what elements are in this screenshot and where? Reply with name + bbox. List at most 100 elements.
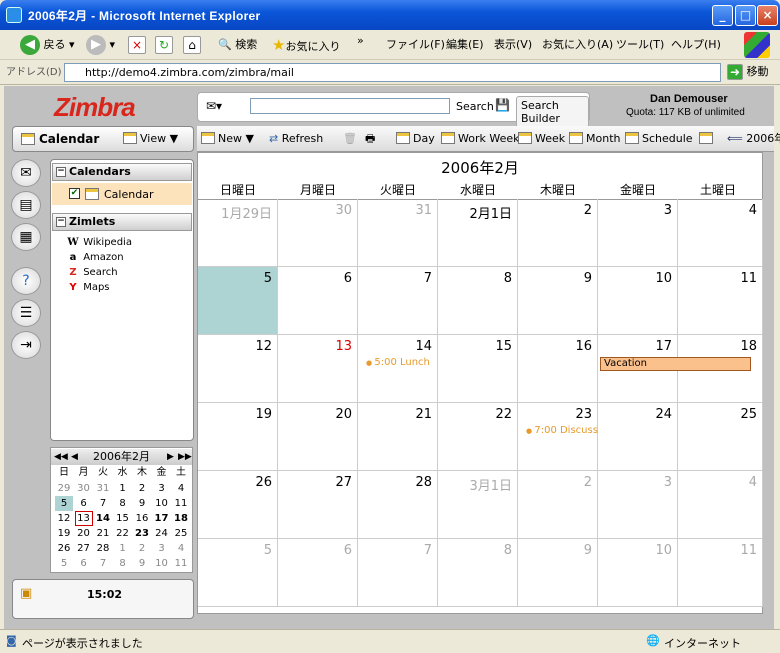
print-button[interactable]: 🖶 bbox=[365, 131, 375, 147]
day-cell[interactable]: 31 bbox=[358, 199, 438, 267]
mini-day[interactable]: 3 bbox=[153, 481, 171, 496]
day-cell[interactable]: 2月1日 bbox=[438, 199, 518, 267]
week-view-button[interactable]: Week bbox=[518, 131, 565, 147]
mini-day[interactable]: 28 bbox=[94, 541, 112, 556]
menu-help[interactable]: ヘルプ(H) bbox=[671, 34, 721, 56]
vacation-appointment[interactable]: Vacation bbox=[600, 357, 751, 371]
day-cell[interactable]: 3月1日 bbox=[438, 471, 518, 539]
mini-day[interactable]: 31 bbox=[94, 481, 112, 496]
mini-day[interactable]: 2 bbox=[133, 541, 151, 556]
day-cell[interactable]: 6 bbox=[278, 267, 358, 335]
zimlet-wikipedia[interactable]: W Wikipedia bbox=[66, 236, 132, 250]
mini-day[interactable]: 8 bbox=[114, 556, 132, 571]
calendar-checkbox[interactable]: ✔ bbox=[69, 188, 80, 199]
day-cell[interactable]: 20 bbox=[278, 403, 358, 471]
day-cell[interactable]: 5 bbox=[198, 267, 278, 335]
app-picker[interactable]: Calendar View ▼ bbox=[12, 126, 194, 152]
mini-day[interactable]: 10 bbox=[153, 496, 171, 511]
mini-day[interactable]: 12 bbox=[55, 511, 73, 526]
mini-day[interactable]: 21 bbox=[94, 526, 112, 541]
mini-day[interactable]: 11 bbox=[172, 556, 190, 571]
menu-edit[interactable]: 編集(E) bbox=[446, 34, 484, 56]
mini-day[interactable]: 3 bbox=[153, 541, 171, 556]
next-year-icon[interactable]: ▶▶ bbox=[178, 449, 192, 465]
mail-app-button[interactable]: ✉ bbox=[11, 159, 41, 187]
day-cell[interactable]: 27 bbox=[278, 471, 358, 539]
day-cell[interactable]: 2 bbox=[518, 471, 598, 539]
mini-day[interactable]: 10 bbox=[153, 556, 171, 571]
day-cell[interactable]: 21 bbox=[358, 403, 438, 471]
mini-day[interactable]: 16 bbox=[133, 511, 151, 526]
mini-day[interactable]: 24 bbox=[153, 526, 171, 541]
day-cell[interactable]: 28 bbox=[358, 471, 438, 539]
day-cell[interactable]: 14 bbox=[358, 335, 438, 403]
mini-day[interactable]: 30 bbox=[75, 481, 93, 496]
save-search-icon[interactable]: 💾 bbox=[495, 98, 510, 112]
schedule-view-button[interactable]: Schedule bbox=[625, 131, 693, 147]
close-button[interactable]: × bbox=[757, 5, 778, 26]
day-cell[interactable]: 5 bbox=[198, 539, 278, 607]
search-submit-button[interactable]: Search bbox=[456, 100, 494, 113]
mini-day[interactable]: 22 bbox=[114, 526, 132, 541]
menu-favorites[interactable]: お気に入り(A) bbox=[542, 34, 613, 56]
zimlets-header[interactable]: − Zimlets bbox=[52, 213, 192, 231]
home-button[interactable]: ⌂ bbox=[183, 34, 201, 56]
day-cell[interactable]: 9 bbox=[518, 539, 598, 607]
day-cell[interactable]: 8 bbox=[438, 267, 518, 335]
day-cell[interactable]: 26 bbox=[198, 471, 278, 539]
mini-day[interactable]: 2 bbox=[133, 481, 151, 496]
appointment[interactable]: ● 7:00 Discuss L bbox=[526, 425, 598, 436]
mini-day[interactable]: 8 bbox=[114, 496, 132, 511]
mini-day[interactable]: 18 bbox=[172, 511, 190, 526]
day-view-button[interactable]: Day bbox=[396, 131, 435, 147]
toolbar-chevron[interactable]: » bbox=[357, 30, 364, 52]
day-cell[interactable]: 8 bbox=[438, 539, 518, 607]
mini-day[interactable]: 6 bbox=[75, 556, 93, 571]
mini-day[interactable]: 7 bbox=[94, 556, 112, 571]
day-cell[interactable]: 12 bbox=[198, 335, 278, 403]
mini-day[interactable]: 4 bbox=[172, 541, 190, 556]
mini-day[interactable]: 13 bbox=[74, 511, 93, 526]
refresh-button[interactable]: ↻ bbox=[155, 34, 173, 56]
search-button[interactable]: 🔍 検索 bbox=[218, 34, 257, 56]
help-button[interactable]: ? bbox=[11, 267, 41, 295]
day-cell[interactable]: 23 bbox=[518, 403, 598, 471]
prev-period-button[interactable]: ⟸ 2006年 bbox=[727, 131, 780, 147]
back-button[interactable]: ◀ 戻る ▾ bbox=[20, 34, 75, 56]
day-cell[interactable]: 11 bbox=[678, 539, 763, 607]
mini-day[interactable]: 5 bbox=[55, 556, 73, 571]
mini-day[interactable]: 5 bbox=[55, 496, 73, 511]
day-cell[interactable]: 1月29日 bbox=[198, 199, 278, 267]
prev-month-icon[interactable]: ◀ bbox=[71, 449, 78, 465]
maximize-button[interactable]: □ bbox=[735, 5, 756, 26]
next-month-icon[interactable]: ▶ bbox=[167, 449, 174, 465]
mini-day[interactable]: 23 bbox=[133, 526, 151, 541]
prev-year-icon[interactable]: ◀◀ bbox=[54, 449, 68, 465]
day-cell[interactable]: 22 bbox=[438, 403, 518, 471]
favorites-button[interactable]: ★お気に入り bbox=[272, 34, 340, 56]
today-button[interactable] bbox=[699, 131, 716, 147]
day-cell[interactable]: 11 bbox=[678, 267, 763, 335]
minimize-button[interactable]: _ bbox=[712, 5, 733, 26]
day-cell[interactable]: 13 bbox=[278, 335, 358, 403]
day-cell[interactable]: 16 bbox=[518, 335, 598, 403]
search-input[interactable] bbox=[250, 98, 450, 114]
mini-day[interactable]: 27 bbox=[75, 541, 93, 556]
day-cell[interactable]: 30 bbox=[278, 199, 358, 267]
day-cell[interactable]: 19 bbox=[198, 403, 278, 471]
mini-day[interactable]: 15 bbox=[114, 511, 132, 526]
mini-day[interactable]: 9 bbox=[133, 496, 151, 511]
new-button[interactable]: New ▼ bbox=[201, 131, 254, 147]
calendar-app-button[interactable]: ▦ bbox=[11, 223, 41, 251]
forward-button[interactable]: ▶ ▾ bbox=[86, 34, 115, 56]
calendar-item[interactable]: ✔ Calendar bbox=[52, 183, 192, 205]
go-button[interactable]: ➜ 移動 bbox=[727, 61, 769, 83]
mini-day[interactable]: 9 bbox=[133, 556, 151, 571]
refresh-calendar-button[interactable]: ⇄ Refresh bbox=[269, 131, 323, 147]
stop-button[interactable]: × bbox=[128, 34, 146, 56]
appointment[interactable]: ● 5:00 Lunch bbox=[366, 357, 438, 368]
day-cell[interactable]: 25 bbox=[678, 403, 763, 471]
logout-button[interactable]: ⇥ bbox=[11, 331, 41, 359]
zimlet-maps[interactable]: Y Maps bbox=[66, 281, 109, 295]
mini-day[interactable]: 6 bbox=[75, 496, 93, 511]
